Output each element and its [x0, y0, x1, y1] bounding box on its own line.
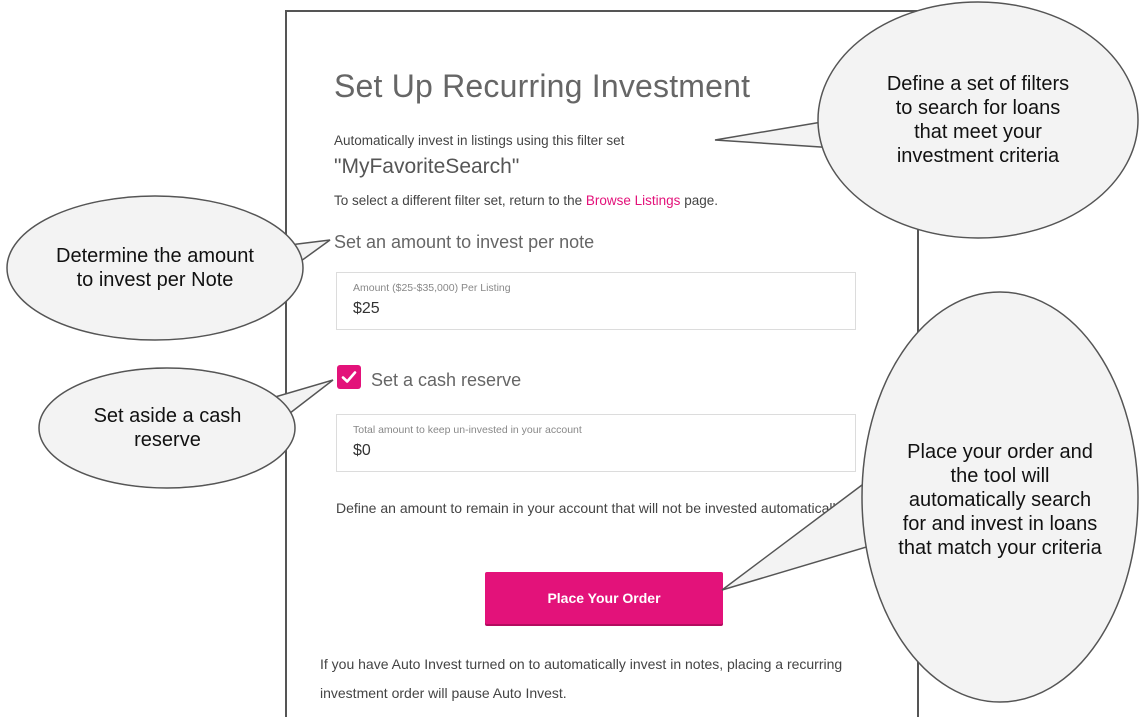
amount-callout-text: Determine the amount to invest per Note	[56, 245, 254, 291]
filters-callout-text: Define a set of filters to search for lo…	[886, 73, 1070, 167]
order-callout-text: Place your order and the tool will autom…	[898, 441, 1102, 559]
reserve-callout-text: Set aside a cash reserve	[93, 405, 242, 451]
